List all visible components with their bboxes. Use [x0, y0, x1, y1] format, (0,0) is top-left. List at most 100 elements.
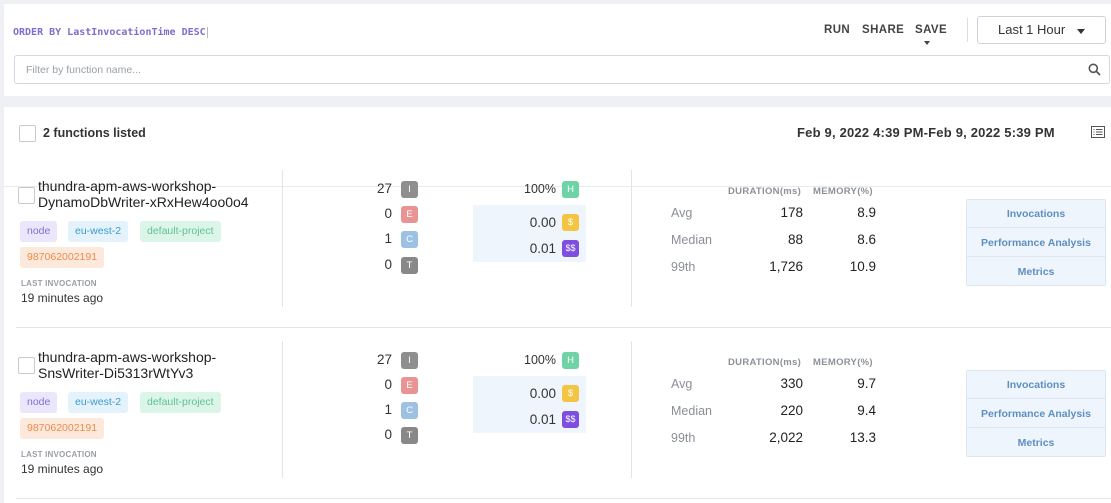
account-tag[interactable]: 987062002191 [20, 418, 105, 439]
region-tag[interactable]: eu-west-2 [68, 392, 129, 413]
row-checkbox[interactable] [18, 187, 35, 204]
estimated-cost-badge: $$ [562, 411, 579, 428]
time-range-value: Last 1 Hour [998, 22, 1066, 37]
memory-header: MEMORY(%) [813, 186, 873, 197]
account-tag[interactable]: 987062002191 [20, 247, 105, 268]
last-invocation-label: LAST INVOCATION [21, 450, 97, 459]
toolbar-divider [967, 18, 968, 42]
function-name-link[interactable]: thundra-apm-aws-workshop- DynamoDbWriter… [38, 178, 249, 210]
runtime-tag[interactable]: node [20, 392, 58, 413]
save-button[interactable]: SAVE [915, 24, 947, 36]
function-name-line2: SnsWriter-Di5313rWtYv3 [38, 365, 194, 381]
column-divider [282, 341, 283, 478]
query-editor[interactable]: ORDER BY LastInvocationTime DESC [13, 27, 208, 38]
p99-label: 99th [671, 431, 696, 445]
p99-memory: 10.9 [849, 259, 876, 274]
p99-label: 99th [671, 260, 696, 274]
functions-count: 2 functions listed [43, 126, 146, 140]
memory-header: MEMORY(%) [813, 357, 873, 368]
save-caret-icon[interactable] [924, 41, 930, 45]
invocation-badge: I [401, 181, 418, 198]
column-divider [631, 170, 632, 307]
avg-memory: 8.9 [857, 205, 876, 220]
p99-memory: 13.3 [849, 430, 876, 445]
cold-start-count: 1 [384, 231, 392, 246]
median-label: Median [671, 233, 712, 247]
metrics-link[interactable]: Metrics [967, 258, 1105, 286]
runtime-tag[interactable]: node [20, 221, 58, 242]
filter-field[interactable] [14, 55, 1110, 84]
function-name-line1: thundra-apm-aws-workshop- [38, 178, 217, 194]
cost-value: 0.00 [529, 386, 556, 401]
cold-start-count: 1 [384, 402, 392, 417]
p99-duration: 1,726 [769, 259, 803, 274]
avg-memory: 9.7 [857, 376, 876, 391]
row-divider [16, 498, 1111, 499]
cold-start-badge: C [401, 402, 418, 419]
cost-badge: $ [562, 385, 579, 402]
timeout-count: 0 [384, 427, 392, 442]
error-badge: E [401, 206, 418, 223]
median-memory: 8.6 [857, 232, 876, 247]
project-tag[interactable]: default-project [140, 221, 221, 242]
function-list-panel: 2 functions listed Feb 9, 2022 4:39 PM-F… [4, 107, 1111, 503]
median-duration: 88 [787, 232, 803, 247]
estimated-cost-value: 0.01 [529, 241, 556, 256]
last-invocation-value: 19 minutes ago [21, 291, 104, 305]
estimated-cost-value: 0.01 [529, 412, 556, 427]
performance-analysis-link[interactable]: Performance Analysis [967, 400, 1105, 428]
median-label: Median [671, 404, 712, 418]
p99-duration: 2,022 [769, 430, 803, 445]
list-view-icon[interactable] [1091, 126, 1105, 138]
avg-label: Avg [671, 206, 693, 220]
avg-duration: 330 [780, 376, 803, 391]
select-all-checkbox[interactable] [19, 125, 36, 142]
error-count: 0 [384, 377, 392, 392]
avg-label: Avg [671, 377, 693, 391]
last-invocation-label: LAST INVOCATION [21, 279, 97, 288]
column-divider [282, 170, 283, 307]
region-tag[interactable]: eu-west-2 [68, 221, 129, 242]
duration-header: DURATION(ms) [728, 186, 802, 197]
health-value: 100% [524, 182, 556, 196]
query-panel: ORDER BY LastInvocationTime DESC RUN SHA… [4, 4, 1111, 96]
last-invocation-value: 19 minutes ago [21, 462, 104, 476]
median-duration: 220 [780, 403, 803, 418]
cold-start-badge: C [401, 231, 418, 248]
time-range-label: Feb 9, 2022 4:39 PM-Feb 9, 2022 5:39 PM [797, 125, 1055, 140]
function-filter-input[interactable] [15, 56, 1055, 83]
function-row: thundra-apm-aws-workshop- SnsWriter-Di53… [4, 341, 1111, 503]
function-name-line2: DynamoDbWriter-xRxHew4oo0o4 [38, 194, 249, 210]
timeout-badge: T [401, 257, 418, 274]
project-tag[interactable]: default-project [140, 392, 221, 413]
cost-badge: $ [562, 214, 579, 231]
performance-analysis-link[interactable]: Performance Analysis [967, 229, 1105, 257]
estimated-cost-badge: $$ [562, 240, 579, 257]
search-icon[interactable] [1088, 63, 1101, 76]
timeout-badge: T [401, 427, 418, 444]
metrics-link[interactable]: Metrics [967, 429, 1105, 457]
column-divider [631, 341, 632, 478]
invocations-link[interactable]: Invocations [967, 200, 1105, 228]
share-button[interactable]: SHARE [862, 24, 904, 36]
function-row: thundra-apm-aws-workshop- DynamoDbWriter… [4, 170, 1111, 338]
median-memory: 9.4 [857, 403, 876, 418]
health-badge: H [562, 352, 579, 369]
invocation-count: 27 [376, 352, 392, 367]
health-badge: H [562, 181, 579, 198]
time-range-select[interactable]: Last 1 Hour [977, 16, 1106, 44]
invocations-link[interactable]: Invocations [967, 371, 1105, 399]
function-links: Invocations Performance Analysis Metrics [966, 199, 1106, 286]
row-checkbox[interactable] [18, 357, 35, 374]
function-name-line1: thundra-apm-aws-workshop- [38, 349, 217, 365]
avg-duration: 178 [780, 205, 803, 220]
cost-value: 0.00 [529, 215, 556, 230]
invocation-count: 27 [376, 181, 392, 196]
timeout-count: 0 [384, 257, 392, 272]
row-divider [16, 327, 1111, 328]
error-count: 0 [384, 206, 392, 221]
function-name-link[interactable]: thundra-apm-aws-workshop- SnsWriter-Di53… [38, 349, 216, 381]
run-button[interactable]: RUN [824, 24, 850, 36]
health-value: 100% [524, 353, 556, 367]
error-badge: E [401, 377, 418, 394]
